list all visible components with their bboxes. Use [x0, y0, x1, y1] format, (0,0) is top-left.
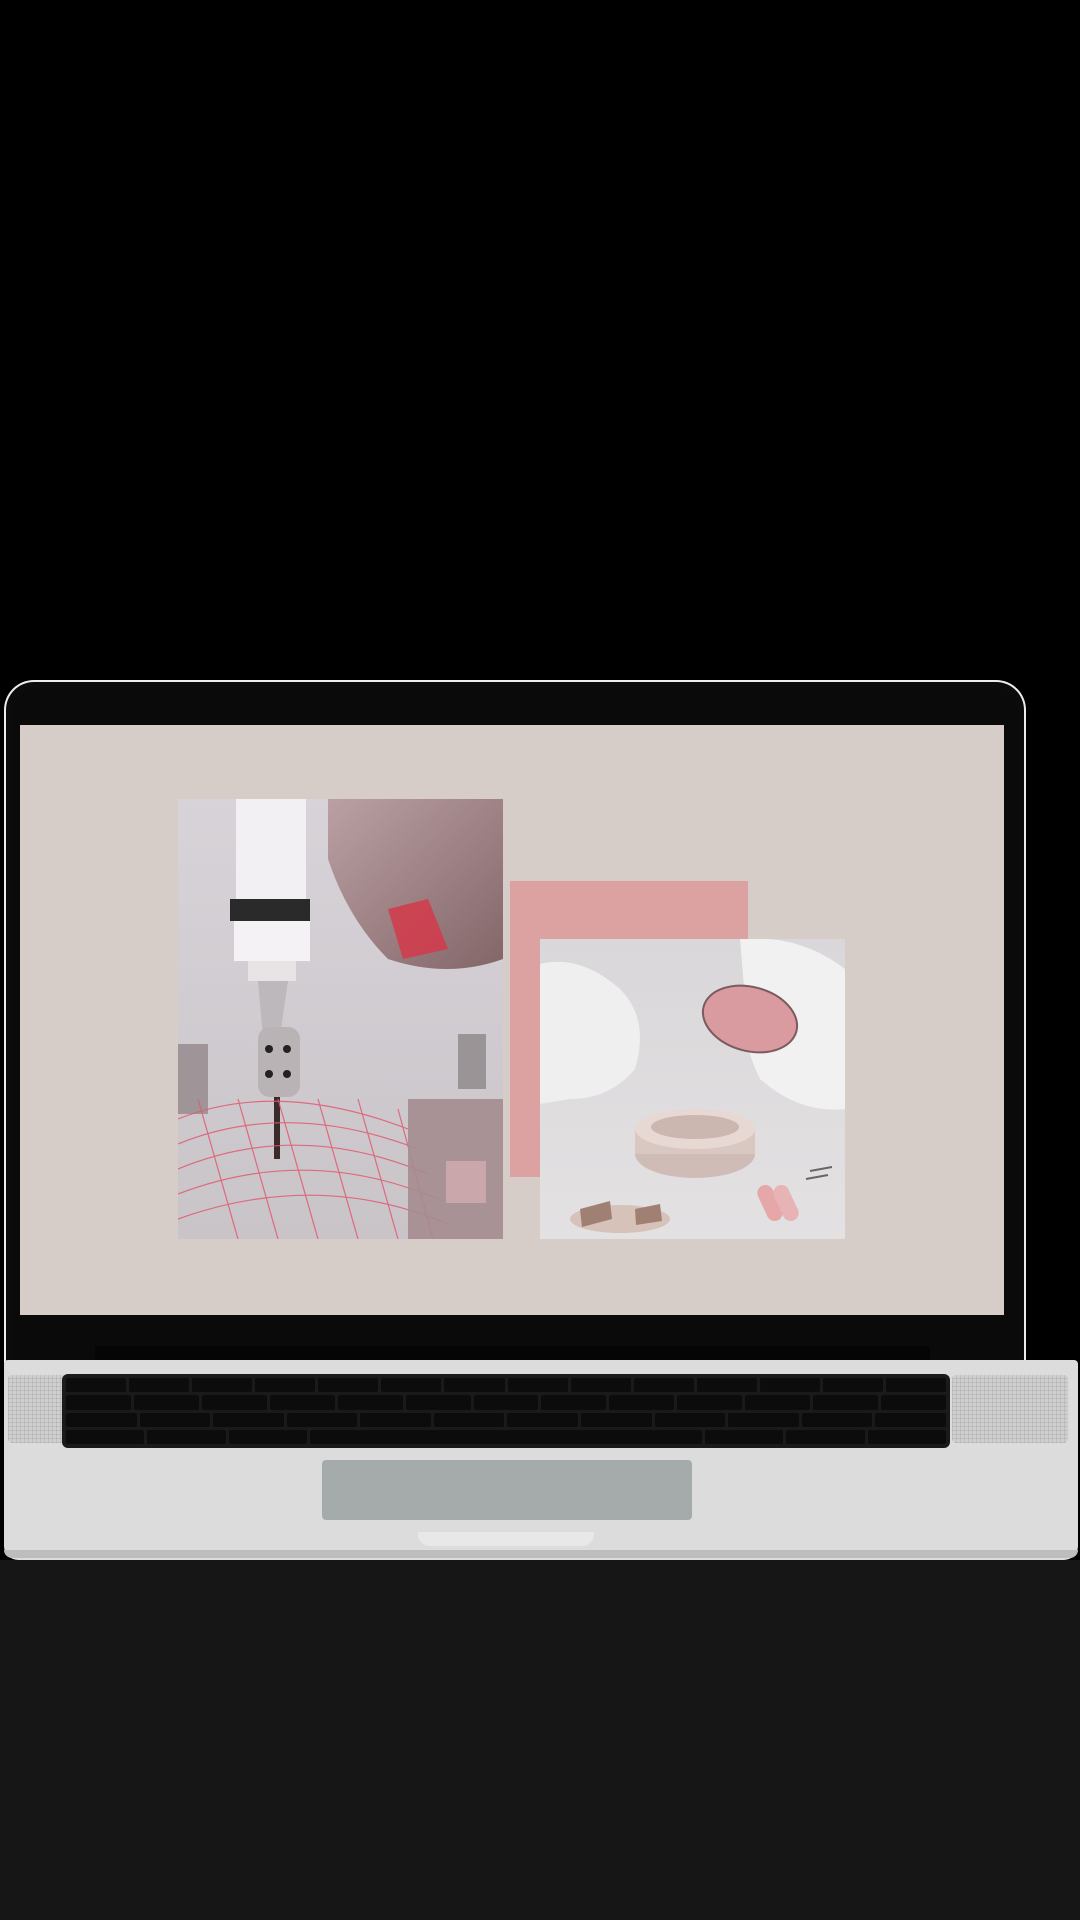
spacebar[interactable] [310, 1429, 702, 1444]
key[interactable] [133, 1395, 199, 1410]
key[interactable] [786, 1429, 865, 1444]
key[interactable] [381, 1378, 442, 1393]
optical-components-photo[interactable] [540, 939, 845, 1239]
key[interactable] [581, 1412, 652, 1427]
key[interactable] [129, 1378, 190, 1393]
key[interactable] [66, 1395, 131, 1410]
key[interactable] [147, 1429, 226, 1444]
key[interactable] [444, 1378, 505, 1393]
background [0, 0, 1080, 1920]
key[interactable] [405, 1395, 471, 1410]
key[interactable] [66, 1378, 127, 1393]
key[interactable] [473, 1395, 539, 1410]
key[interactable] [570, 1378, 631, 1393]
key[interactable] [813, 1395, 879, 1410]
key[interactable] [201, 1395, 267, 1410]
key[interactable] [867, 1429, 946, 1444]
key[interactable] [507, 1378, 568, 1393]
key[interactable] [886, 1378, 947, 1393]
key[interactable] [192, 1378, 253, 1393]
key[interactable] [633, 1378, 694, 1393]
key[interactable] [213, 1412, 284, 1427]
key[interactable] [654, 1412, 726, 1427]
key[interactable] [318, 1378, 379, 1393]
key[interactable] [801, 1412, 873, 1427]
keyboard-row [66, 1395, 946, 1410]
key[interactable] [337, 1395, 403, 1410]
keyboard-row [66, 1378, 947, 1393]
key[interactable] [759, 1378, 820, 1393]
base-edge [4, 1550, 1078, 1558]
key[interactable] [875, 1412, 946, 1427]
speaker-grille-right [952, 1375, 1068, 1443]
lid-open-notch [418, 1532, 594, 1546]
key[interactable] [704, 1429, 784, 1444]
key[interactable] [822, 1378, 884, 1393]
key[interactable] [677, 1395, 743, 1410]
key[interactable] [286, 1412, 358, 1427]
key[interactable] [696, 1378, 757, 1393]
keyboard[interactable] [62, 1374, 950, 1448]
key[interactable] [433, 1412, 505, 1427]
key[interactable] [66, 1412, 137, 1427]
key[interactable] [255, 1378, 316, 1393]
laptop-screen [20, 725, 1004, 1315]
key[interactable] [360, 1412, 431, 1427]
key[interactable] [609, 1395, 675, 1410]
key[interactable] [507, 1412, 579, 1427]
keyboard-row [66, 1429, 946, 1444]
background-lower [0, 1560, 1080, 1920]
key[interactable] [541, 1395, 607, 1410]
robotic-arm-photo[interactable] [178, 799, 503, 1239]
key[interactable] [728, 1412, 799, 1427]
key[interactable] [881, 1395, 946, 1410]
trackpad[interactable] [322, 1460, 692, 1520]
keyboard-row [66, 1412, 946, 1427]
robotic-arm-illustration [178, 799, 503, 1239]
optical-components-illustration [540, 939, 845, 1239]
key[interactable] [66, 1429, 145, 1444]
key[interactable] [139, 1412, 211, 1427]
key[interactable] [269, 1395, 335, 1410]
key[interactable] [745, 1395, 811, 1410]
key[interactable] [228, 1429, 308, 1444]
